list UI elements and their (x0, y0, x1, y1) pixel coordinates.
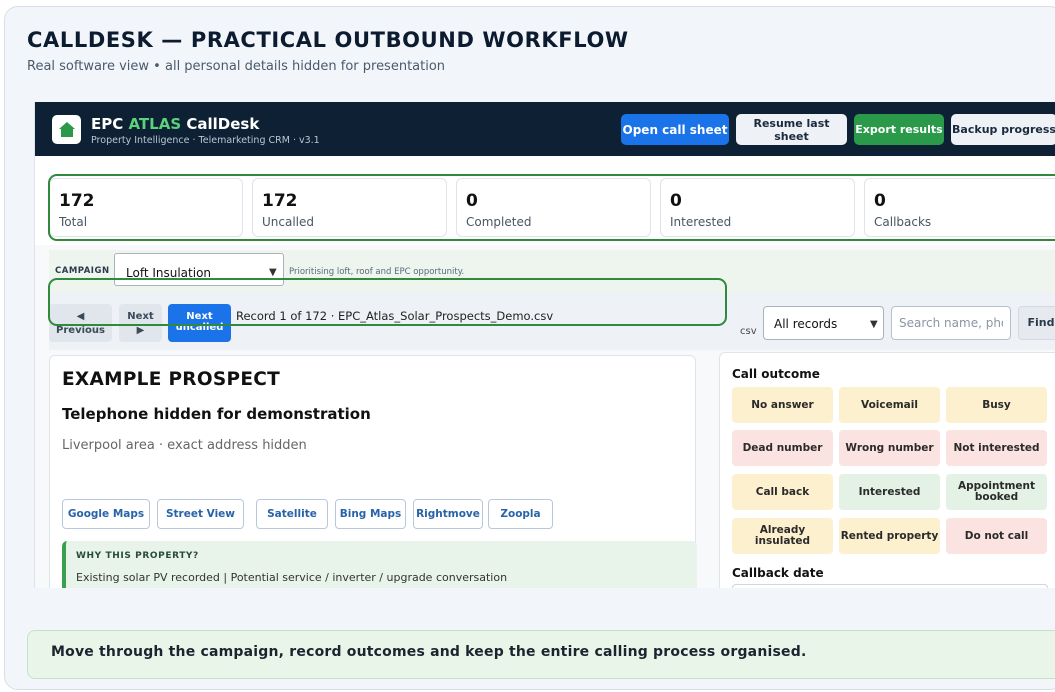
google-maps-link[interactable]: Google Maps (62, 499, 150, 529)
street-view-link[interactable]: Street View (157, 499, 244, 529)
outcome-voicemail-button[interactable]: Voicemail (839, 387, 940, 423)
app-brand: EPC ATLAS CallDesk (91, 115, 260, 133)
search-input[interactable] (891, 306, 1011, 340)
resume-last-sheet-button[interactable]: Resume last sheet (736, 114, 847, 145)
outcome-not-interested-button[interactable]: Not interested (946, 430, 1047, 466)
call-outcome-title: Call outcome (732, 367, 820, 381)
outcome-do-not-call-button[interactable]: Do not call (946, 518, 1047, 554)
campaign-hint: Prioritising loft, roof and EPC opportun… (289, 267, 465, 277)
chevron-down-icon: ▼ (269, 267, 277, 278)
footer-banner: Move through the campaign, record outcom… (27, 630, 1055, 679)
outcome-appointment-booked-button[interactable]: Appointment booked (946, 474, 1047, 510)
prospect-name: EXAMPLE PROSPECT (62, 369, 281, 390)
callback-date-input[interactable] (732, 584, 1048, 588)
open-call-sheet-button[interactable]: Open call sheet (621, 114, 729, 145)
previous-label: Previous (56, 325, 105, 336)
rightmove-link[interactable]: Rightmove (413, 499, 483, 529)
right-arrow-icon: ▶ (136, 325, 145, 336)
navigation-highlight (48, 278, 727, 326)
record-filter-select[interactable]: All records ▼ (763, 306, 884, 340)
house-icon (52, 115, 81, 144)
outcome-call-back-button[interactable]: Call back (732, 474, 833, 510)
outcome-dead-number-button[interactable]: Dead number (732, 430, 833, 466)
why-this-property-box: WHY THIS PROPERTY? Existing solar PV rec… (62, 541, 697, 588)
why-text: Existing solar PV recorded | Potential s… (76, 571, 508, 584)
app-subtitle: Property Intelligence · Telemarketing CR… (91, 135, 320, 146)
prospect-panel: EXAMPLE PROSPECT Telephone hidden for de… (49, 355, 697, 588)
satellite-link[interactable]: Satellite (256, 499, 328, 529)
prospect-area: Liverpool area · exact address hidden (62, 438, 307, 453)
bing-maps-link[interactable]: Bing Maps (335, 499, 406, 529)
zoopla-link[interactable]: Zoopla (488, 499, 553, 529)
stats-highlight (48, 174, 1055, 241)
campaign-label: CAMPAIGN (55, 266, 110, 276)
callback-date-title: Callback date (732, 566, 824, 580)
outcome-no-answer-button[interactable]: No answer (732, 387, 833, 423)
find-button[interactable]: Find (1018, 306, 1055, 340)
outcome-already-insulated-button[interactable]: Already insulated (732, 518, 833, 554)
why-title: WHY THIS PROPERTY? (76, 551, 199, 561)
record-filter-value: All records (774, 317, 838, 331)
prospect-phone: Telephone hidden for demonstration (62, 405, 371, 423)
outcome-wrong-number-button[interactable]: Wrong number (839, 430, 940, 466)
backup-progress-button[interactable]: Backup progress (951, 114, 1055, 145)
app-header: EPC ATLAS CallDesk Property Intelligence… (35, 102, 1055, 156)
page-title: CALLDESK — PRACTICAL OUTBOUND WORKFLOW (27, 28, 629, 52)
outcome-busy-button[interactable]: Busy (946, 387, 1047, 423)
csv-label: csv (740, 326, 757, 337)
export-results-button[interactable]: Export results (854, 114, 944, 145)
chevron-down-icon: ▼ (870, 319, 878, 330)
outcome-rented-property-button[interactable]: Rented property (839, 518, 940, 554)
outcome-interested-button[interactable]: Interested (839, 474, 940, 510)
page-subtitle: Real software view • all personal detail… (27, 59, 446, 74)
footer-text: Move through the campaign, record outcom… (51, 644, 807, 660)
app-screenshot: EPC ATLAS CallDesk Property Intelligence… (34, 102, 1055, 588)
call-outcome-panel: Call outcome No answer Voicemail Busy De… (719, 352, 1055, 588)
